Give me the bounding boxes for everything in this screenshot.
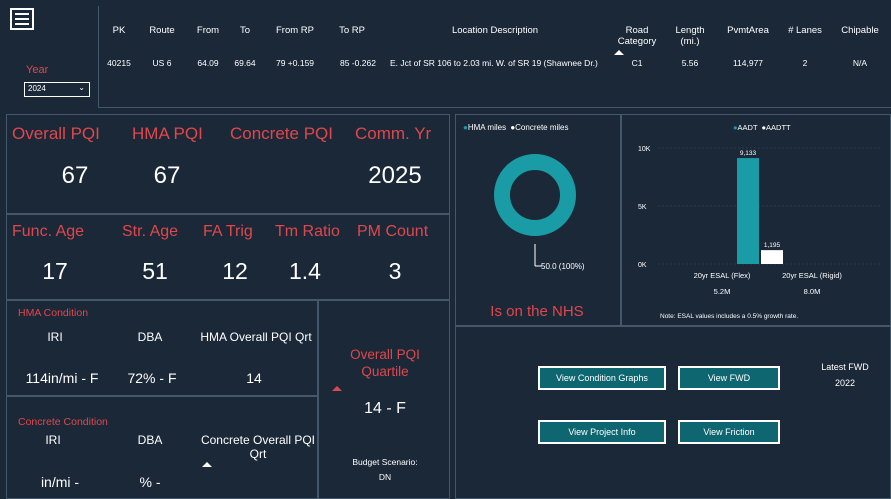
fa-trig-label: FA Trig — [203, 223, 253, 240]
comm-yr-value: 2025 — [368, 162, 422, 189]
hma-iri-label: IRI — [47, 330, 63, 344]
cell-from: 64.09 — [197, 58, 219, 68]
hma-condition-title: HMA Condition — [18, 307, 89, 319]
col-lanes: # Lanes — [788, 25, 822, 36]
chevron-down-icon: ⌄ — [78, 83, 85, 92]
bar-aadtt — [761, 250, 783, 264]
donut-data-label: 50.0 (100%) — [541, 262, 585, 271]
concrete-condition-title: Concrete Condition — [18, 416, 108, 428]
cell-pvmt-area: 114,977 — [732, 58, 764, 68]
concrete-dba-label: DBA — [137, 433, 163, 447]
cell-to: 69.64 — [234, 58, 256, 68]
str-age-label: Str. Age — [122, 223, 179, 240]
year-label: Year — [26, 64, 49, 76]
tm-ratio-label: Tm Ratio — [275, 223, 340, 240]
cell-location: E. Jct of SR 106 to 2.03 mi. W. of SR 19… — [390, 58, 598, 68]
overall-pqi-label: Overall PQI — [12, 124, 100, 143]
sort-up-icon[interactable] — [332, 386, 342, 391]
overall-pqi-value: 67 — [61, 162, 89, 189]
pm-count-label: PM Count — [357, 223, 429, 240]
func-age-label: Func. Age — [12, 223, 85, 240]
hma-pqi-label: HMA PQI — [132, 124, 203, 143]
donut-legend: ●HMA miles ●Concrete miles — [463, 123, 569, 132]
col-from: From — [196, 25, 220, 36]
pm-count-value: 3 — [388, 258, 402, 284]
esal-sub-value: 5.2M — [714, 287, 731, 296]
comm-yr-label: Comm. Yr — [355, 124, 432, 143]
cell-length: 5.56 — [681, 58, 699, 68]
esal-note: Note: ESAL values includes a 0.5% growth… — [660, 313, 799, 320]
tm-ratio-value: 1.4 — [289, 258, 321, 284]
quartile-value: 14 - F — [364, 400, 406, 417]
view-project-info-button[interactable]: View Project Info — [538, 420, 666, 444]
view-condition-graphs-button[interactable]: View Condition Graphs — [538, 366, 666, 390]
y-tick-label: 5K — [638, 204, 647, 211]
fa-trig-value: 12 — [222, 258, 248, 284]
cell-pk: 40215 — [107, 58, 131, 68]
esal-legend: ●AADT ●AADTT — [733, 123, 791, 132]
col-location: Location Description — [451, 25, 539, 36]
legend-aadtt: AADTT — [766, 123, 791, 132]
x-category-label: 20yr ESAL (Flex) — [694, 271, 751, 280]
cell-road-category: C1 — [631, 58, 643, 68]
cell-from-rp: 79 +0.159 — [275, 58, 315, 68]
col-chipable: Chipable — [841, 25, 879, 36]
hma-qrt-value: 14 — [246, 370, 262, 386]
col-road-category: Road Category — [617, 25, 657, 47]
y-tick-label: 0K — [638, 262, 647, 269]
cell-route: US 6 — [152, 58, 172, 68]
hamburger-menu-icon[interactable] — [10, 8, 34, 30]
donut-ring — [494, 154, 576, 236]
legend-hma: HMA miles — [467, 123, 507, 132]
concrete-dba-value: % - — [139, 474, 161, 490]
cell-chipable: N/A — [852, 58, 868, 68]
col-length: Length (mi.) — [675, 25, 705, 47]
str-age-value: 51 — [142, 258, 168, 284]
col-route: Route — [149, 25, 175, 36]
cell-to-rp: 85 -0.262 — [340, 58, 376, 68]
budget-value: DN — [378, 472, 392, 482]
hma-qrt-label: HMA Overall PQI Qrt — [200, 330, 312, 344]
concrete-iri-value: in/mi - — [40, 474, 80, 490]
legend-concrete: Concrete miles — [515, 123, 569, 132]
latest-fwd-value: 2022 — [834, 378, 856, 388]
actions-panel — [455, 326, 891, 499]
col-pvmt-area: PvmtArea — [727, 25, 769, 36]
nhs-text: Is on the NHS — [490, 303, 584, 320]
hma-iri-value: 114in/mi - F — [25, 370, 99, 386]
hma-pqi-value: 67 — [153, 162, 181, 189]
view-fwd-button[interactable]: View FWD — [678, 366, 780, 390]
bar-data-label: 1,195 — [764, 242, 781, 249]
col-to: To — [239, 25, 251, 36]
bar-aadt — [737, 158, 759, 264]
year-value: 2024 — [28, 84, 46, 93]
budget-label: Budget Scenario: — [352, 457, 418, 467]
view-friction-button[interactable]: View Friction — [678, 420, 780, 444]
esal-sub-value: 8.0M — [804, 287, 821, 296]
func-age-value: 17 — [42, 258, 68, 284]
col-from-rp: From RP — [276, 25, 314, 36]
year-dropdown[interactable]: 2024 ⌄ — [24, 82, 90, 97]
cell-lanes: 2 — [802, 58, 808, 68]
quartile-label: Overall PQI Quartile — [350, 347, 420, 379]
legend-aadt: AADT — [737, 123, 758, 132]
donut-chart — [494, 154, 576, 267]
x-category-label: 20yr ESAL (Rigid) — [782, 271, 842, 280]
hma-dba-value: 72% - F — [127, 370, 177, 386]
col-pk: PK — [112, 25, 126, 36]
sort-up-icon[interactable] — [202, 462, 212, 467]
col-to-rp: To RP — [339, 25, 365, 36]
concrete-pqi-label: Concrete PQI — [230, 124, 333, 143]
hma-dba-label: DBA — [137, 330, 163, 344]
concrete-qrt-label: Concrete Overall PQI Qrt — [200, 433, 316, 461]
bar-data-label: 9,133 — [740, 150, 757, 157]
sort-up-icon[interactable] — [614, 50, 624, 55]
esal-bar-chart: 10K 5K 0K 9,133 1,195 20yr ESAL (Flex) 5.2M 20y… — [638, 146, 882, 296]
concrete-iri-label: IRI — [45, 433, 61, 447]
y-tick-label: 10K — [638, 146, 651, 153]
latest-fwd-label: Latest FWD — [821, 362, 869, 372]
header-table-border — [98, 6, 891, 108]
